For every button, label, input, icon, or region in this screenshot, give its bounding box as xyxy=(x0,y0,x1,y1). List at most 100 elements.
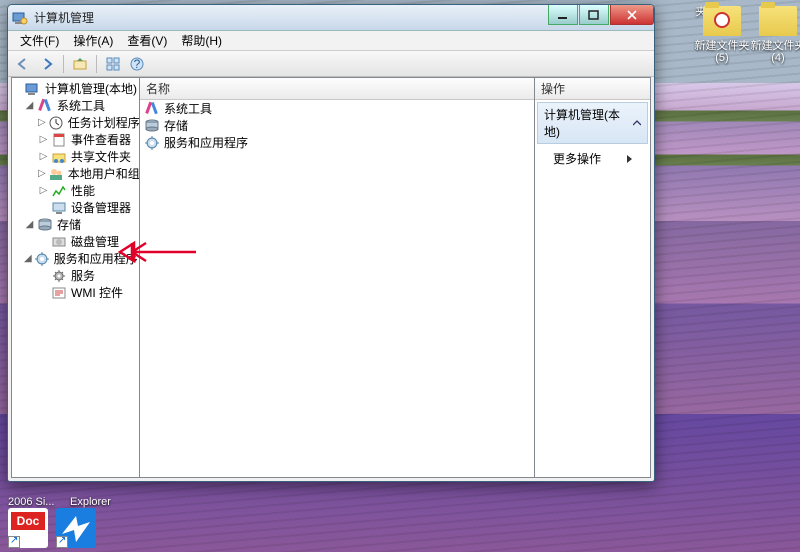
computer-management-icon xyxy=(12,10,28,26)
actions-section-header[interactable]: 计算机管理(本地) xyxy=(537,102,648,144)
minimize-button[interactable] xyxy=(548,5,578,25)
up-button[interactable] xyxy=(69,53,91,75)
folder-icon xyxy=(703,6,741,36)
actions-more-label: 更多操作 xyxy=(553,150,601,167)
tree-node-label: 任务计划程序 xyxy=(66,114,140,131)
tree-node-label: WMI 控件 xyxy=(69,284,125,301)
wmi-icon xyxy=(51,285,67,301)
tree-node-item[interactable]: ▷ 任务计划程序 xyxy=(12,114,139,131)
gear-icon xyxy=(51,268,67,284)
properties-button[interactable] xyxy=(102,53,124,75)
shortcut-icon xyxy=(8,536,20,548)
collapse-icon[interactable]: ◢ xyxy=(24,100,35,111)
chevron-up-icon xyxy=(633,119,641,127)
menu-file[interactable]: 文件(F) xyxy=(14,30,65,51)
tree-node-label: 服务和应用程序 xyxy=(52,250,140,267)
actions-pane: 操作 计算机管理(本地) 更多操作 xyxy=(535,78,650,477)
disk-icon xyxy=(51,234,67,250)
toolbar-separator xyxy=(96,55,97,73)
tree-node-label: 性能 xyxy=(69,182,97,199)
tree-node-label: 磁盘管理 xyxy=(69,233,121,250)
taskbar-label[interactable]: 2006 Si... xyxy=(8,496,54,508)
back-button[interactable] xyxy=(12,53,34,75)
desktop-icon-label: 新建文件夹(5) xyxy=(692,40,752,64)
tree-node-label: 共享文件夹 xyxy=(69,148,133,165)
collapse-icon[interactable]: ◢ xyxy=(24,253,32,264)
tree-node-label: 设备管理器 xyxy=(69,199,133,216)
svg-text:?: ? xyxy=(134,57,141,71)
tree-node-item[interactable]: 设备管理器 xyxy=(12,199,139,216)
computer-icon xyxy=(25,81,41,97)
mmc-window: 计算机管理 文件(F) 操作(A) 查看(V) 帮助(H) ? 计算机管理(本地… xyxy=(7,4,655,482)
tree-node-group[interactable]: ◢ 服务和应用程序 xyxy=(12,250,139,267)
perf-icon xyxy=(51,183,67,199)
expand-icon[interactable]: ▷ xyxy=(38,151,49,162)
menu-help[interactable]: 帮助(H) xyxy=(175,30,228,51)
navigation-tree: 计算机管理(本地)◢系统工具▷任务计划程序▷事件查看器▷共享文件夹▷本地用户和组… xyxy=(12,78,139,303)
tree-node-item[interactable]: WMI 控件 xyxy=(12,284,139,301)
tree-node-item[interactable]: 磁盘管理 xyxy=(12,233,139,250)
expand-icon[interactable]: ▷ xyxy=(38,117,46,128)
folder-icon xyxy=(759,6,797,36)
thunder-app-icon[interactable] xyxy=(56,508,96,548)
scope-pane[interactable]: 计算机管理(本地)◢系统工具▷任务计划程序▷事件查看器▷共享文件夹▷本地用户和组… xyxy=(12,78,140,477)
services-group-icon xyxy=(34,251,50,267)
tree-node-item[interactable]: ▷事件查看器 xyxy=(12,131,139,148)
services-group-icon xyxy=(144,135,160,151)
tools-icon xyxy=(37,98,53,114)
tools-icon xyxy=(144,101,160,117)
forward-button[interactable] xyxy=(36,53,58,75)
content-area: 计算机管理(本地)◢系统工具▷任务计划程序▷事件查看器▷共享文件夹▷本地用户和组… xyxy=(11,77,651,478)
share-icon xyxy=(51,149,67,165)
maximize-button[interactable] xyxy=(579,5,609,25)
toolbar: ? xyxy=(8,51,654,77)
actions-header: 操作 xyxy=(535,78,650,100)
titlebar[interactable]: 计算机管理 xyxy=(8,5,654,31)
actions-section-label: 计算机管理(本地) xyxy=(544,106,633,140)
list-item[interactable]: 系统工具 xyxy=(140,100,534,117)
tree-node-item[interactable]: ▷ 性能 xyxy=(12,182,139,199)
storage-icon xyxy=(144,118,160,134)
toolbar-separator xyxy=(63,55,64,73)
menu-view[interactable]: 查看(V) xyxy=(121,30,173,51)
help-button[interactable]: ? xyxy=(126,53,148,75)
storage-icon xyxy=(37,217,53,233)
close-button[interactable] xyxy=(610,5,654,25)
tree-node-item[interactable]: ▷ 本地用户和组 xyxy=(12,165,139,182)
menubar: 文件(F) 操作(A) 查看(V) 帮助(H) xyxy=(8,31,654,51)
tree-node-label: 服务 xyxy=(69,267,97,284)
expand-icon[interactable]: ▷ xyxy=(38,168,46,179)
submenu-arrow-icon xyxy=(627,155,632,163)
menu-action[interactable]: 操作(A) xyxy=(67,30,119,51)
tree-node-item[interactable]: 服务 xyxy=(12,267,139,284)
list-item-label: 系统工具 xyxy=(164,100,212,117)
tree-node-group[interactable]: ◢存储 xyxy=(12,216,139,233)
tree-node-item[interactable]: ▷ 共享文件夹 xyxy=(12,148,139,165)
desktop-folder-1[interactable]: 新建文件夹(5) xyxy=(692,6,752,64)
list-item-label: 服务和应用程序 xyxy=(164,134,248,151)
desktop-folder-2[interactable]: 新建文件夹(4) xyxy=(748,6,800,64)
taskbar-label[interactable]: Explorer xyxy=(70,496,111,508)
result-pane[interactable]: 名称 系统工具存储服务和应用程序 xyxy=(140,78,535,477)
expand-icon[interactable]: ▷ xyxy=(38,185,49,196)
list-item[interactable]: 服务和应用程序 xyxy=(140,134,534,151)
actions-more[interactable]: 更多操作 xyxy=(535,146,650,171)
users-icon xyxy=(48,166,64,182)
collapse-icon[interactable]: ◢ xyxy=(24,219,35,230)
event-icon xyxy=(51,132,67,148)
tree-node-label: 计算机管理(本地) xyxy=(43,80,139,97)
device-icon xyxy=(51,200,67,216)
result-list: 系统工具存储服务和应用程序 xyxy=(140,100,534,151)
column-header-name[interactable]: 名称 xyxy=(140,78,534,100)
list-item[interactable]: 存储 xyxy=(140,117,534,134)
expand-icon[interactable]: ▷ xyxy=(38,134,49,145)
sched-icon xyxy=(48,115,64,131)
tree-node-label: 本地用户和组 xyxy=(66,165,140,182)
clock-icon xyxy=(714,12,730,28)
list-item-label: 存储 xyxy=(164,117,188,134)
tree-node-group[interactable]: ◢ 系统工具 xyxy=(12,97,139,114)
tree-node-label: 系统工具 xyxy=(55,97,107,114)
doc-app-icon[interactable] xyxy=(8,508,48,548)
desktop-icon-label: 新建文件夹(4) xyxy=(748,40,800,64)
tree-node-root[interactable]: 计算机管理(本地) xyxy=(12,80,139,97)
